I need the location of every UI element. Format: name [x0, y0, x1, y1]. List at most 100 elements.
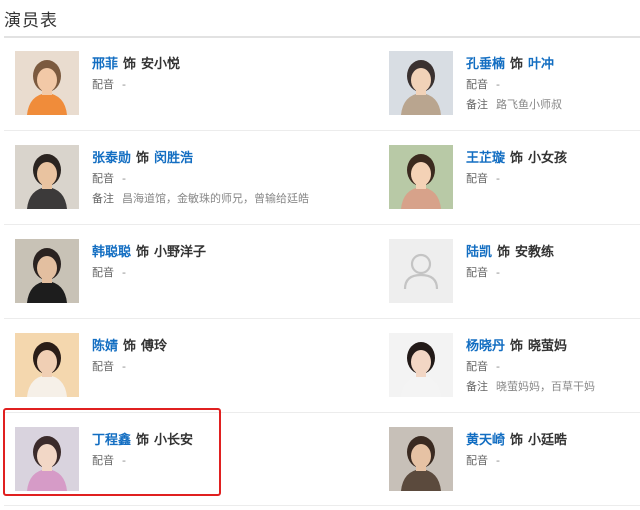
dub-value: -: [496, 172, 500, 185]
as-label: 饰: [136, 151, 150, 166]
actor-name-link[interactable]: 王芷璇: [466, 151, 505, 166]
note-line: 备注 昌海道馆，金敏珠的师兄，曾输给廷皓: [92, 190, 309, 206]
dub-label: 配音: [92, 78, 114, 91]
note-value: 昌海道馆，金敏珠的师兄，曾输给廷皓: [122, 192, 309, 205]
note-label: 备注: [92, 192, 114, 205]
cast-card: 孔垂楠饰叶冲 配音 - 备注 路飞鱼小师叔: [389, 51, 639, 131]
as-label: 饰: [510, 433, 524, 448]
dub-line: 配音 -: [92, 264, 126, 280]
actor-photo[interactable]: [15, 239, 79, 303]
as-label: 饰: [510, 151, 524, 166]
name-line: 陈婧饰傅玲: [92, 335, 167, 354]
actor-photo[interactable]: [15, 51, 79, 115]
dub-value: -: [122, 266, 126, 279]
role-name: 傅玲: [141, 339, 168, 354]
role-name-link[interactable]: 闵胜浩: [154, 151, 193, 166]
cast-card: 黄天崎饰小廷晧 配音 -: [389, 427, 639, 507]
dub-line: 配音 -: [466, 76, 500, 92]
photo-graphic: [15, 51, 79, 115]
photo-graphic: [15, 145, 79, 209]
dub-label: 配音: [92, 172, 114, 185]
dub-value: -: [496, 266, 500, 279]
photo-graphic: [389, 427, 453, 491]
actor-name-link[interactable]: 陆凯: [466, 245, 492, 260]
dub-line: 配音 -: [466, 358, 500, 374]
highlight-box: [3, 408, 221, 496]
dub-label: 配音: [466, 172, 488, 185]
role-name: 小女孩: [528, 151, 568, 166]
note-line: 备注 晓萤妈妈，百草干妈: [466, 378, 595, 394]
role-name: 小野洋子: [154, 245, 207, 260]
name-line: 杨晓丹饰晓萤妈: [466, 335, 567, 354]
default-avatar-icon: [389, 239, 453, 303]
dub-line: 配音 -: [92, 170, 126, 186]
dub-label: 配音: [466, 360, 488, 373]
dub-value: -: [496, 78, 500, 91]
as-label: 饰: [510, 57, 524, 72]
dub-label: 配音: [466, 266, 488, 279]
name-line: 邢菲饰安小悦: [92, 53, 180, 72]
title-divider: [4, 36, 640, 38]
photo-graphic: [389, 145, 453, 209]
cast-card: 张泰勋饰闵胜浩 配音 - 备注 昌海道馆，金敏珠的师兄，曾输给廷皓: [15, 145, 309, 225]
note-line: 备注 路飞鱼小师叔: [466, 96, 562, 112]
name-line: 孔垂楠饰叶冲: [466, 53, 554, 72]
dub-value: -: [122, 172, 126, 185]
as-label: 饰: [123, 57, 137, 72]
name-line: 黄天崎饰小廷晧: [466, 429, 567, 448]
role-name: 安小悦: [141, 57, 181, 72]
as-label: 饰: [497, 245, 511, 260]
page-title: 演员表: [4, 11, 58, 31]
name-line: 王芷璇饰小女孩: [466, 147, 567, 166]
actor-photo[interactable]: [15, 145, 79, 209]
dub-label: 配音: [466, 78, 488, 91]
actor-name-link[interactable]: 陈婧: [92, 339, 118, 354]
dub-value: -: [122, 360, 126, 373]
dub-label: 配音: [92, 360, 114, 373]
role-name: 小廷晧: [528, 433, 568, 448]
note-value: 路飞鱼小师叔: [496, 98, 562, 111]
actor-name-link[interactable]: 黄天崎: [466, 433, 505, 448]
photo-graphic: [15, 239, 79, 303]
actor-name-link[interactable]: 邢菲: [92, 57, 118, 72]
role-name: 安教练: [515, 245, 555, 260]
photo-graphic: [389, 51, 453, 115]
actor-photo[interactable]: [389, 333, 453, 397]
role-name-link[interactable]: 叶冲: [528, 57, 554, 72]
photo-graphic: [15, 333, 79, 397]
actor-photo[interactable]: [389, 145, 453, 209]
cast-card: 陆凯饰安教练 配音 -: [389, 239, 639, 319]
role-name: 晓萤妈: [528, 339, 568, 354]
cast-card: 杨晓丹饰晓萤妈 配音 - 备注 晓萤妈妈，百草干妈: [389, 333, 639, 413]
photo-graphic: [389, 333, 453, 397]
dub-value: -: [496, 360, 500, 373]
actor-photo[interactable]: [389, 51, 453, 115]
dub-value: -: [122, 78, 126, 91]
note-label: 备注: [466, 380, 488, 393]
name-line: 韩聪聪饰小野洋子: [92, 241, 206, 260]
note-label: 备注: [466, 98, 488, 111]
as-label: 饰: [123, 339, 137, 354]
dub-label: 配音: [466, 454, 488, 467]
dub-value: -: [496, 454, 500, 467]
actor-name-link[interactable]: 韩聪聪: [92, 245, 131, 260]
as-label: 饰: [136, 245, 150, 260]
actor-photo[interactable]: [389, 239, 453, 303]
dub-label: 配音: [92, 266, 114, 279]
actor-name-link[interactable]: 孔垂楠: [466, 57, 505, 72]
dub-line: 配音 -: [466, 452, 500, 468]
name-line: 陆凯饰安教练: [466, 241, 554, 260]
note-value: 晓萤妈妈，百草干妈: [496, 380, 595, 393]
name-line: 张泰勋饰闵胜浩: [92, 147, 193, 166]
cast-card: 陈婧饰傅玲配音 -: [15, 333, 265, 413]
cast-card: 韩聪聪饰小野洋子 配音 -: [15, 239, 265, 319]
dub-line: 配音 -: [466, 264, 500, 280]
actor-name-link[interactable]: 张泰勋: [92, 151, 131, 166]
actor-photo[interactable]: [389, 427, 453, 491]
cast-card: 邢菲饰安小悦 配音 -: [15, 51, 265, 131]
as-label: 饰: [510, 339, 524, 354]
actor-photo[interactable]: [15, 333, 79, 397]
cast-card: 王芷璇饰小女孩配音 -: [389, 145, 639, 225]
dub-line: 配音 -: [92, 76, 126, 92]
actor-name-link[interactable]: 杨晓丹: [466, 339, 505, 354]
